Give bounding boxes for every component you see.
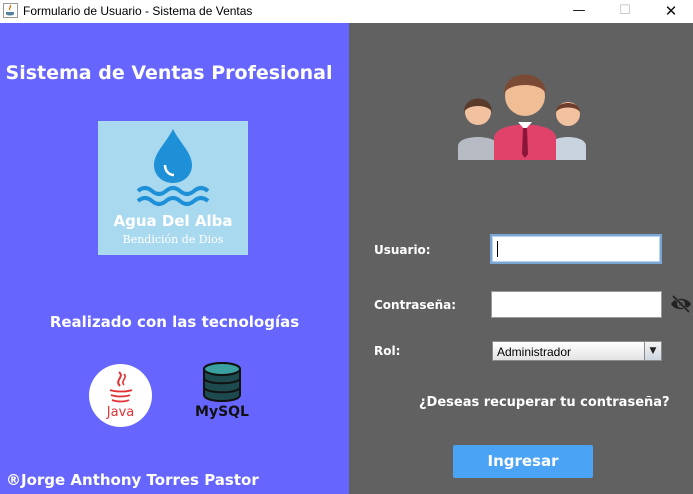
- role-label: Rol:: [374, 344, 401, 358]
- java-app-icon: [3, 3, 18, 18]
- chevron-down-icon[interactable]: ▼: [644, 342, 661, 360]
- minimize-button[interactable]: —: [556, 0, 602, 23]
- login-button[interactable]: Ingresar: [453, 445, 593, 478]
- window-titlebar: Formulario de Usuario - Sistema de Venta…: [0, 0, 693, 24]
- app-title: Sistema de Ventas Profesional: [5, 62, 333, 84]
- username-label: Usuario:: [374, 243, 431, 257]
- text-caret: [497, 241, 498, 257]
- logo-subtitle: Bendición de Dios: [122, 233, 224, 246]
- java-logo: Java: [89, 364, 152, 427]
- window-title: Formulario de Usuario - Sistema de Venta…: [23, 4, 253, 18]
- users-group-icon: [458, 74, 586, 160]
- logo-name: Agua Del Alba: [113, 212, 233, 230]
- mysql-logo: MySQL: [188, 361, 256, 425]
- role-select[interactable]: Administrador ▼: [492, 341, 662, 361]
- left-panel: Sistema de Ventas Profesional Agua Del A…: [0, 23, 349, 494]
- java-label: Java: [106, 405, 135, 420]
- role-selected-value: Administrador: [497, 345, 572, 359]
- database-icon: [203, 362, 241, 402]
- recover-password-link[interactable]: ¿Deseas recuperar tu contraseña?: [419, 395, 670, 410]
- mysql-label: MySQL: [195, 404, 249, 420]
- close-button[interactable]: ✕: [648, 0, 693, 23]
- technologies-label: Realizado con las tecnologías: [49, 313, 300, 331]
- maximize-button[interactable]: ☐: [602, 0, 648, 23]
- eye-slash-icon[interactable]: [670, 294, 692, 314]
- company-logo: Agua Del Alba Bendición de Dios: [98, 121, 248, 255]
- author-credit: ®Jorge Anthony Torres Pastor: [6, 471, 259, 489]
- username-input[interactable]: [490, 234, 662, 264]
- password-input[interactable]: [491, 291, 662, 318]
- login-panel: Usuario: Contraseña: Rol: Administrador …: [349, 23, 693, 494]
- password-label: Contraseña:: [374, 298, 457, 312]
